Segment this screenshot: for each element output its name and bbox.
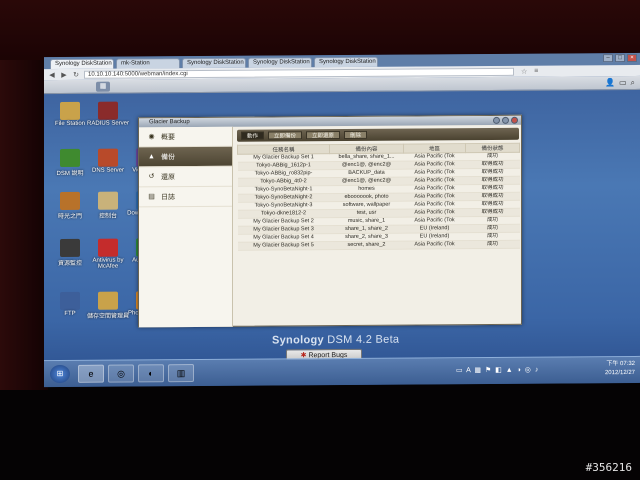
firefox-icon[interactable]: ◐ [138, 364, 164, 383]
minimize-icon[interactable]: – [603, 54, 613, 63]
nav-label: 概要 [161, 133, 175, 141]
watermark: #356216 [585, 461, 632, 474]
restore-icon: ↺ [148, 172, 155, 180]
nav-backup[interactable]: ▲ 備份 [139, 146, 232, 168]
ftp-icon [60, 291, 80, 310]
folder-icon [60, 101, 80, 120]
brand-product: DSM 4.2 Beta [327, 333, 400, 347]
delete-button[interactable]: 刪除 [344, 130, 368, 139]
restore-now-button[interactable]: 立即還原 [306, 131, 341, 140]
nav-label: 還原 [161, 173, 175, 181]
backup-task-table: 任務名稱 備份內容 地區 備份狀態 My Glacier Backup Set … [237, 143, 520, 251]
log-icon: ▤ [148, 192, 155, 200]
nav-label: 日誌 [161, 193, 175, 201]
chrome-icon[interactable]: ◎ [108, 364, 134, 383]
antivirus-icon [98, 238, 118, 257]
table-cell: bella_share, share_1... [329, 153, 404, 162]
maximize-icon[interactable] [502, 116, 509, 124]
table-cell: Asia Pacific (Tok [403, 240, 466, 250]
browser-tab[interactable]: mk-Station [116, 58, 180, 69]
synology-brand: Synology DSM 4.2 Beta [272, 334, 399, 347]
clock-date: 2012/12/27 [604, 369, 635, 377]
tray-icons[interactable]: ▭ A ▦ ⚑ ◧ ▲ ◑ ◎ ♪ [456, 366, 539, 375]
photo-frame: Synology DiskStation mk-Station Synology… [0, 0, 640, 480]
clock[interactable]: 下午 07:32 2012/12/27 [605, 360, 635, 378]
table-cell: secret, share_2 [329, 241, 404, 250]
help-icon [60, 148, 80, 167]
storage-icon [98, 291, 118, 310]
column-header[interactable]: 地區 [403, 143, 466, 154]
close-icon[interactable]: × [627, 53, 637, 63]
column-header[interactable]: 備份狀態 [465, 143, 520, 153]
ie-icon[interactable]: e [78, 364, 104, 383]
monitor-bezel-left [0, 60, 48, 390]
table-cell: 成功 [465, 240, 520, 249]
backup-icon: ▲ [148, 152, 155, 160]
screen: Synology DiskStation mk-Station Synology… [44, 52, 640, 388]
glacier-title: Glacier Backup [149, 119, 190, 126]
glacier-main: 動作 立即備份 立即還原 刪除 任務名稱 備份內容 地區 備份狀態 My Gla… [237, 127, 520, 324]
dsm-toolbar-right: 👤 ▭ ⌕ [605, 78, 635, 88]
table-row[interactable]: My Glacier Backup Set 5 secret, share_2 As… [237, 240, 520, 251]
close-icon[interactable] [511, 116, 518, 124]
table-cell: My Glacier Backup Set 5 [237, 241, 330, 251]
back-icon[interactable]: ◀ [48, 71, 56, 79]
glacier-toolbar: 動作 立即備份 立即還原 刪除 [237, 127, 519, 142]
windows-taskbar: ⊞ e ◎ ◐ ▥ ▭ A ▦ ⚑ ◧ ▲ ◑ ◎ ♪ 下午 07:32 201… [44, 355, 640, 388]
table-body: My Glacier Backup Set 1 bella_share, shar… [237, 152, 520, 251]
search-icon[interactable]: ⌕ [631, 78, 635, 88]
clock-time: 下午 07:32 [606, 360, 635, 368]
nav-restore[interactable]: ↺ 還原 [139, 166, 232, 188]
maximize-icon[interactable]: □ [615, 54, 625, 63]
options-icon[interactable]: ▭ [619, 78, 627, 88]
main-menu-icon[interactable]: ▦ [96, 81, 110, 92]
glacier-sidebar: ◉ 概要 ▲ 備份 ↺ 還原 ▤ 日誌 [139, 126, 233, 328]
glacier-backup-window: Glacier Backup ◉ 概要 ▲ 備份 ↺ 還原 ▤ 日誌 動作 立即備份 立… [138, 114, 522, 328]
desktop-icon-label: RADIUS Server [86, 120, 129, 127]
nav-overview[interactable]: ◉ 概要 [139, 126, 232, 148]
overview-icon: ◉ [148, 132, 155, 140]
user-icon[interactable]: 👤 [605, 78, 615, 88]
nav-log[interactable]: ▤ 日誌 [139, 186, 232, 208]
window-controls: – □ × [603, 53, 637, 63]
resource-monitor-icon [60, 238, 80, 257]
wrench-icon[interactable]: ≡ [534, 68, 538, 75]
explorer-icon[interactable]: ▥ [168, 364, 194, 383]
minimize-icon[interactable] [493, 116, 500, 124]
backup-now-button[interactable]: 立即備份 [268, 131, 303, 140]
browser-tab[interactable]: Synology DiskStation [314, 56, 378, 68]
radius-icon [98, 101, 118, 120]
action-button[interactable]: 動作 [241, 131, 265, 140]
desktop-icon[interactable]: RADIUS Server [82, 101, 134, 127]
dns-icon [98, 148, 118, 167]
browser-tab[interactable]: Synology DiskStation [50, 58, 114, 70]
control-panel-icon [98, 191, 118, 210]
start-button-icon[interactable]: ⊞ [50, 364, 70, 384]
browser-tab[interactable]: Synology DiskStation [182, 57, 246, 69]
nav-label: 備份 [161, 153, 175, 161]
star-icon[interactable]: ☆ [521, 67, 527, 75]
window-buttons [493, 116, 518, 124]
dsm-taskbar: ▦ 👤 ▭ ⌕ [44, 75, 640, 95]
reload-icon[interactable]: ↻ [72, 70, 80, 78]
browser-tab[interactable]: Synology DiskStation [248, 57, 312, 68]
forward-icon[interactable]: ▶ [60, 70, 68, 78]
brand-name: Synology [272, 334, 324, 347]
timebackup-icon [60, 191, 80, 210]
window-title[interactable]: Glacier Backup [139, 115, 521, 128]
